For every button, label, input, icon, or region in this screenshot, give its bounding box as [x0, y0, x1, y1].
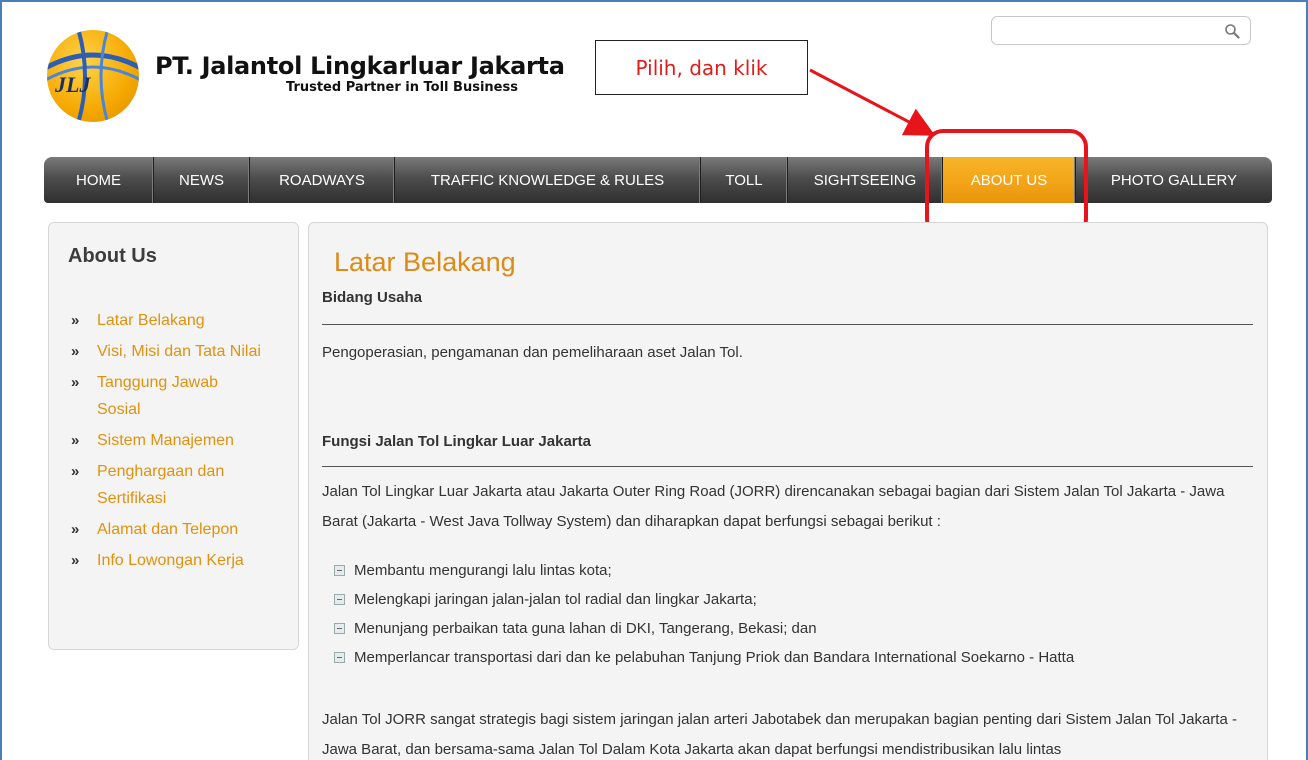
list-item: Memperlancar transportasi dari dan ke pe… [334, 643, 1074, 672]
company-logo[interactable]: JLJ [47, 30, 139, 122]
list-item: Membantu mengurangi lalu lintas kota; [334, 556, 1074, 585]
square-bullet-icon [334, 594, 345, 605]
sidebar-item-label[interactable]: Info Lowongan Kerja [97, 547, 244, 574]
nav-traffic-knowledge[interactable]: TRAFFIC KNOWLEDGE & RULES [395, 157, 701, 203]
instruction-callout: Pilih, dan klik [595, 40, 808, 95]
sidebar-item-visi-misi[interactable]: » Visi, Misi dan Tata Nilai [71, 338, 296, 365]
sidebar-item-label[interactable]: Visi, Misi dan Tata Nilai [97, 338, 261, 365]
sidebar-item-sistem-manajemen[interactable]: » Sistem Manajemen [71, 427, 296, 454]
double-chevron-icon: » [71, 521, 79, 538]
double-chevron-icon: » [71, 312, 79, 329]
nav-toll[interactable]: TOLL [701, 157, 788, 203]
divider [322, 324, 1253, 325]
sidebar-item-tanggung-jawab[interactable]: » Tanggung Jawab Sosial [71, 369, 296, 423]
list-item: Melengkapi jaringan jalan-jalan tol radi… [334, 585, 1074, 614]
square-bullet-icon [334, 623, 345, 634]
sidebar-item-label[interactable]: Penghargaan dan Sertifikasi [97, 458, 257, 512]
sidebar-menu: » Latar Belakang » Visi, Misi dan Tata Nil… [71, 307, 296, 578]
sidebar-item-label[interactable]: Alamat dan Telepon [97, 516, 238, 543]
square-bullet-icon [334, 652, 345, 663]
sidebar-item-lowongan[interactable]: » Info Lowongan Kerja [71, 547, 296, 574]
page-title: Latar Belakang [334, 247, 516, 277]
double-chevron-icon: » [71, 374, 79, 391]
highlight-rectangle [925, 129, 1088, 237]
search-input[interactable] [1000, 17, 1220, 44]
main-content: Latar Belakang Bidang Usaha Pengoperasia… [308, 222, 1268, 760]
sidebar-item-label[interactable]: Latar Belakang [97, 307, 205, 334]
magnifier-icon[interactable] [1224, 23, 1240, 39]
double-chevron-icon: » [71, 552, 79, 569]
double-chevron-icon: » [71, 432, 79, 449]
nav-roadways[interactable]: ROADWAYS [250, 157, 395, 203]
sidebar-title: About Us [68, 245, 157, 267]
search-box[interactable] [991, 16, 1251, 45]
list-item: Menunjang perbaikan tata guna lahan di D… [334, 614, 1074, 643]
section-title-fungsi: Fungsi Jalan Tol Lingkar Luar Jakarta [322, 433, 591, 450]
function-list: Membantu mengurangi lalu lintas kota; Me… [334, 556, 1074, 672]
company-tagline: Trusted Partner in Toll Business [286, 80, 518, 95]
section-intro-fungsi: Jalan Tol Lingkar Luar Jakarta atau Jaka… [322, 483, 1225, 530]
square-bullet-icon [334, 565, 345, 576]
company-name: PT. Jalantol Lingkarluar Jakarta [155, 52, 565, 80]
double-chevron-icon: » [71, 463, 79, 480]
sidebar-item-label[interactable]: Tanggung Jawab Sosial [97, 369, 257, 423]
nav-sightseeing[interactable]: SIGHTSEEING [788, 157, 943, 203]
sidebar-item-label[interactable]: Sistem Manajemen [97, 427, 234, 454]
closing-paragraph: Jalan Tol JORR sangat strategis bagi sis… [322, 711, 1237, 758]
sidebar-item-penghargaan[interactable]: » Penghargaan dan Sertifikasi [71, 458, 296, 512]
section-title-bidang-usaha: Bidang Usaha [322, 289, 423, 306]
sidebar-panel: About Us » Latar Belakang » Visi, Misi dan… [48, 222, 299, 650]
nav-photo-gallery[interactable]: PHOTO GALLERY [1076, 157, 1272, 203]
divider [322, 466, 1253, 467]
nav-home[interactable]: HOME [44, 157, 154, 203]
section-text-bidang-usaha: Pengoperasian, pengamanan dan pemelihara… [322, 344, 743, 361]
nav-news[interactable]: NEWS [154, 157, 250, 203]
double-chevron-icon: » [71, 343, 79, 360]
logo-initials: JLJ [55, 72, 91, 97]
sidebar-item-latar-belakang[interactable]: » Latar Belakang [71, 307, 296, 334]
sidebar-item-alamat[interactable]: » Alamat dan Telepon [71, 516, 296, 543]
